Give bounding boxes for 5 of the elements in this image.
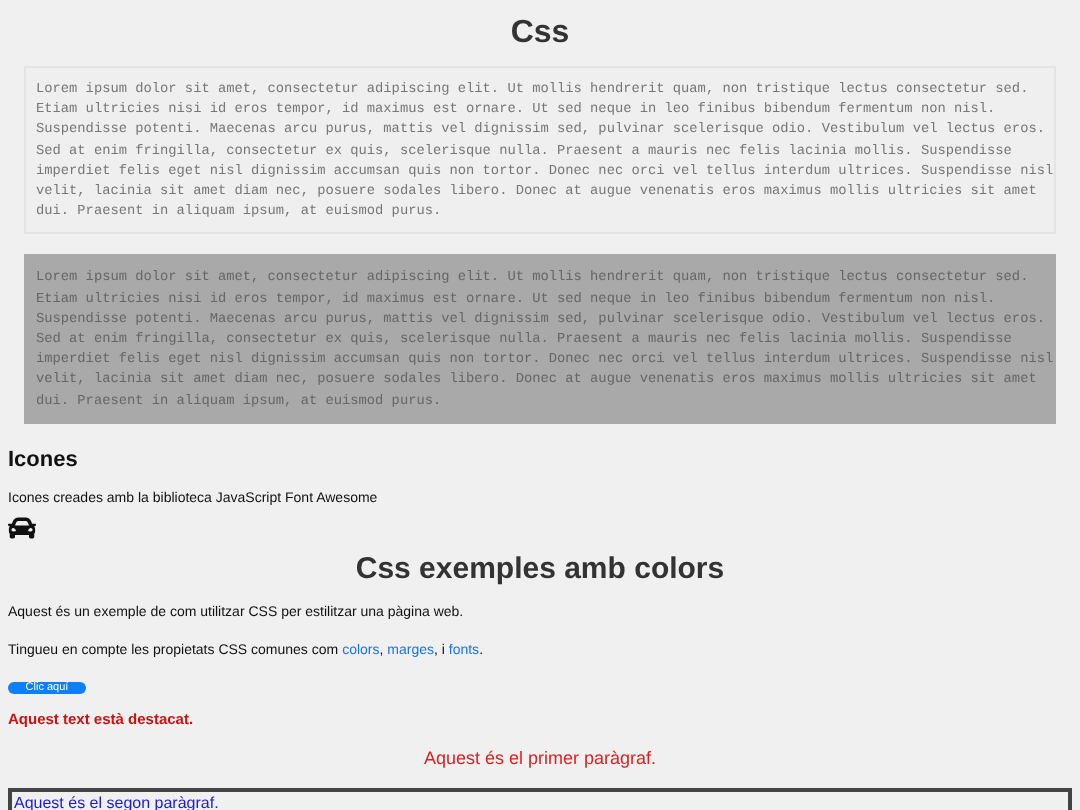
car-icon [8, 513, 36, 542]
first-paragraph: Aquest és el primer paràgraf. [423, 747, 657, 770]
page-title: Css [510, 16, 570, 52]
section-heading: Css exemples amb colors [355, 551, 725, 586]
section-heading: Icones [8, 447, 80, 474]
